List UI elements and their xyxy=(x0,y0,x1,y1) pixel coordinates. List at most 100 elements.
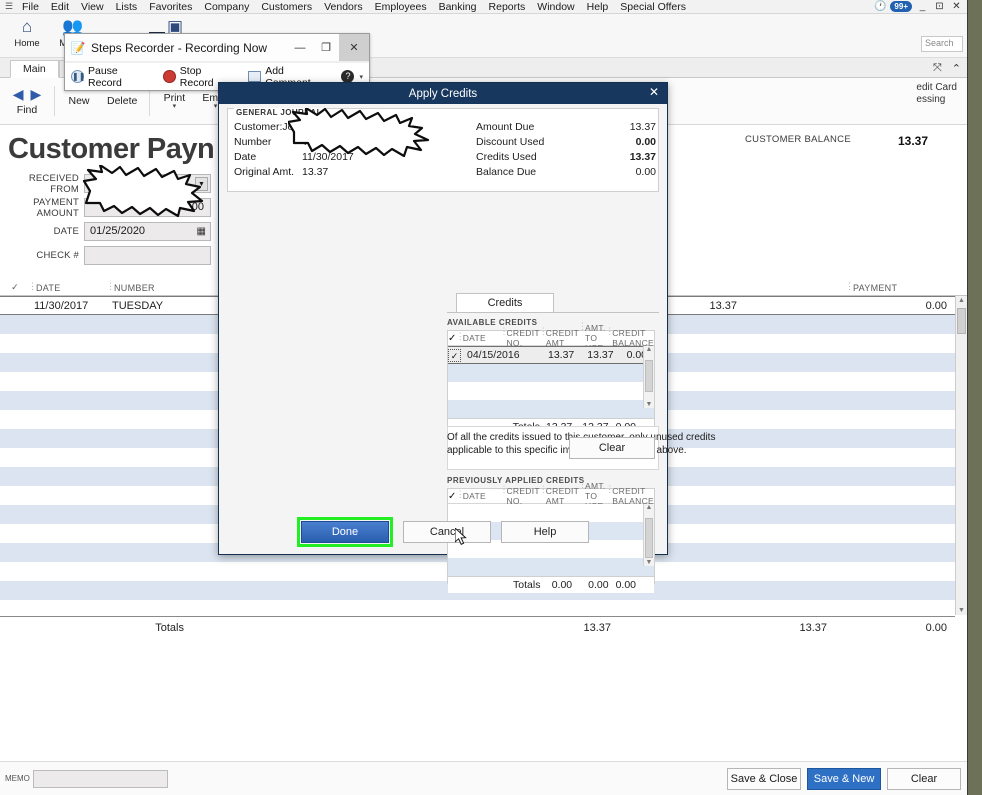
apply-credits-dialog: Apply Credits ✕ GENERAL JOURNAL Customer… xyxy=(218,82,715,593)
credit-card-processing-label: edit Card essing xyxy=(916,82,957,106)
pause-record-button[interactable]: ❚❚ Pause Record xyxy=(71,65,151,89)
clock-icon[interactable]: 🕐 xyxy=(874,1,886,12)
row-payment[interactable]: 0.00 xyxy=(745,300,955,312)
table-row[interactable] xyxy=(0,600,955,615)
window-restore-button[interactable]: ⊡ xyxy=(933,1,946,12)
steps-recorder-icon: 📝 xyxy=(70,40,86,55)
checkbox-icon[interactable]: ✓ xyxy=(448,348,461,362)
gj-row-discount-used: Discount Used 0.00 xyxy=(476,136,656,151)
memo-label: MEMO xyxy=(5,774,30,783)
scroll-down-icon[interactable]: ▼ xyxy=(644,559,654,566)
window-minimize-button[interactable]: _ xyxy=(916,1,929,12)
calendar-icon[interactable]: ▦ xyxy=(197,226,206,237)
table-row[interactable] xyxy=(448,400,654,418)
gj-row-amount-due: Amount Due 13.37 xyxy=(476,121,656,136)
scroll-down-icon[interactable]: ▼ xyxy=(956,607,967,614)
tab-main[interactable]: Main xyxy=(10,60,59,78)
col-credit-amt: CREDIT AMT xyxy=(539,484,579,506)
menu-item-favorites[interactable]: Favorites xyxy=(143,1,198,13)
steps-recorder-minimize-button[interactable]: — xyxy=(287,34,313,61)
totals-payment: 0.00 xyxy=(925,621,947,634)
menu-item-help[interactable]: Help xyxy=(581,1,615,13)
field-check-number: CHECK # xyxy=(6,245,211,266)
row-amt-to-use[interactable]: 13.37 xyxy=(581,349,620,361)
menu-item-special-offers[interactable]: Special Offers xyxy=(614,1,692,13)
done-button[interactable]: Done xyxy=(301,521,389,543)
menu-item-window[interactable]: Window xyxy=(531,1,580,13)
invoice-grid-scrollbar[interactable]: ▲ ▼ xyxy=(955,296,967,615)
delete-button[interactable]: Delete xyxy=(99,95,145,107)
help-button[interactable]: Help xyxy=(501,521,589,543)
previous-arrow-icon[interactable]: ◀ xyxy=(13,86,24,102)
table-row[interactable] xyxy=(448,382,654,400)
expand-icon[interactable]: ⤧ xyxy=(933,62,942,75)
notification-badge[interactable]: 99+ xyxy=(890,1,912,12)
help-chevron-down-icon[interactable]: ▾ xyxy=(359,73,363,81)
find-button[interactable]: Find xyxy=(4,104,50,116)
menu-item-file[interactable]: File xyxy=(16,1,45,13)
available-credits-scrollbar[interactable]: ▲ ▼ xyxy=(643,346,654,408)
cancel-button[interactable]: Cancel xyxy=(403,521,491,543)
table-row[interactable] xyxy=(448,558,654,576)
form-bottom-bar: MEMO Save & Close Save & New Clear xyxy=(0,761,967,795)
menu-item-company[interactable]: Company xyxy=(198,1,255,13)
scroll-down-icon[interactable]: ▼ xyxy=(644,401,654,408)
menu-item-employees[interactable]: Employees xyxy=(369,1,433,13)
tab-credits[interactable]: Credits xyxy=(456,293,554,313)
tab-underline xyxy=(447,312,659,313)
save-and-new-button[interactable]: Save & New xyxy=(807,767,881,790)
steps-recorder-restore-button[interactable]: ❐ xyxy=(313,34,339,61)
menu-item-reports[interactable]: Reports xyxy=(483,1,532,13)
window-close-button[interactable]: ✕ xyxy=(950,1,963,12)
next-arrow-icon[interactable]: ▶ xyxy=(31,86,42,102)
check-number-input[interactable] xyxy=(84,246,211,265)
scroll-up-icon[interactable]: ▲ xyxy=(644,504,654,511)
clear-form-button[interactable]: Clear xyxy=(887,767,961,790)
new-button[interactable]: New xyxy=(59,95,99,107)
menu-item-vendors[interactable]: Vendors xyxy=(318,1,369,13)
menu-item-view[interactable]: View xyxy=(75,1,110,13)
memo-input[interactable] xyxy=(32,769,168,788)
gj-row-credits-used: Credits Used 13.37 xyxy=(476,151,656,166)
gj-amount-due-value: 13.37 xyxy=(629,121,656,133)
col-date: DATE xyxy=(456,489,501,501)
row-checkbox[interactable]: ✓ xyxy=(448,348,461,362)
gj-original-amt-label: Original Amt. xyxy=(234,166,295,178)
close-icon[interactable]: ✕ xyxy=(649,85,659,99)
steps-recorder-close-button[interactable]: ✕ xyxy=(339,34,369,61)
table-row[interactable] xyxy=(448,364,654,382)
save-and-close-button[interactable]: Save & Close xyxy=(727,767,801,790)
steps-recorder-title-bar[interactable]: 📝 Steps Recorder - Recording Now — ❐ ✕ xyxy=(65,34,369,62)
menu-item-lists[interactable]: Lists xyxy=(110,1,144,13)
clear-credits-button[interactable]: Clear xyxy=(569,437,655,459)
date-input[interactable]: 01/25/2020 ▦ xyxy=(84,222,211,241)
totals-credit-amt: 0.00 xyxy=(551,579,573,591)
totals-credit-balance: 0.00 xyxy=(615,579,636,591)
col-credit-no: CREDIT NO. xyxy=(499,326,539,348)
gj-amount-due-label: Amount Due xyxy=(476,121,535,133)
gj-original-amt-value: 13.37 xyxy=(302,166,329,178)
toolbar-home-button[interactable]: ⌂ Home xyxy=(4,14,50,49)
menu-item-banking[interactable]: Banking xyxy=(433,1,483,13)
totals-label: Totals xyxy=(513,579,541,591)
table-row[interactable]: ✓ 04/15/2016 13.37 13.37 0.00 xyxy=(448,346,654,364)
col-credit-balance: CREDIT BALANCE xyxy=(605,484,654,506)
scrollbar-thumb[interactable] xyxy=(645,360,653,392)
find-button-label: Find xyxy=(16,104,38,116)
scrollbar-thumb[interactable] xyxy=(957,308,966,334)
print-dropdown-icon[interactable]: ▾ xyxy=(162,103,186,110)
menu-hamburger-icon[interactable]: ☰ xyxy=(2,1,16,12)
menu-item-customers[interactable]: Customers xyxy=(255,1,318,13)
redaction-blob-customer-job xyxy=(288,108,430,158)
home-icon: ⌂ xyxy=(21,17,33,36)
row-credit-amt: 13.37 xyxy=(548,349,575,361)
gj-credits-used-value: 13.37 xyxy=(629,151,656,163)
print-button[interactable]: Print ▾ xyxy=(154,92,194,110)
search-input[interactable]: Search xyxy=(921,36,963,52)
scroll-up-icon[interactable]: ▲ xyxy=(644,346,654,353)
scroll-up-icon[interactable]: ▲ xyxy=(956,297,967,304)
available-credits-legend: AVAILABLE CREDITS xyxy=(447,318,538,327)
collapse-chevron-icon[interactable]: ⌃ xyxy=(952,62,961,75)
date-value: 01/25/2020 xyxy=(90,225,146,237)
menu-item-edit[interactable]: Edit xyxy=(45,1,75,13)
